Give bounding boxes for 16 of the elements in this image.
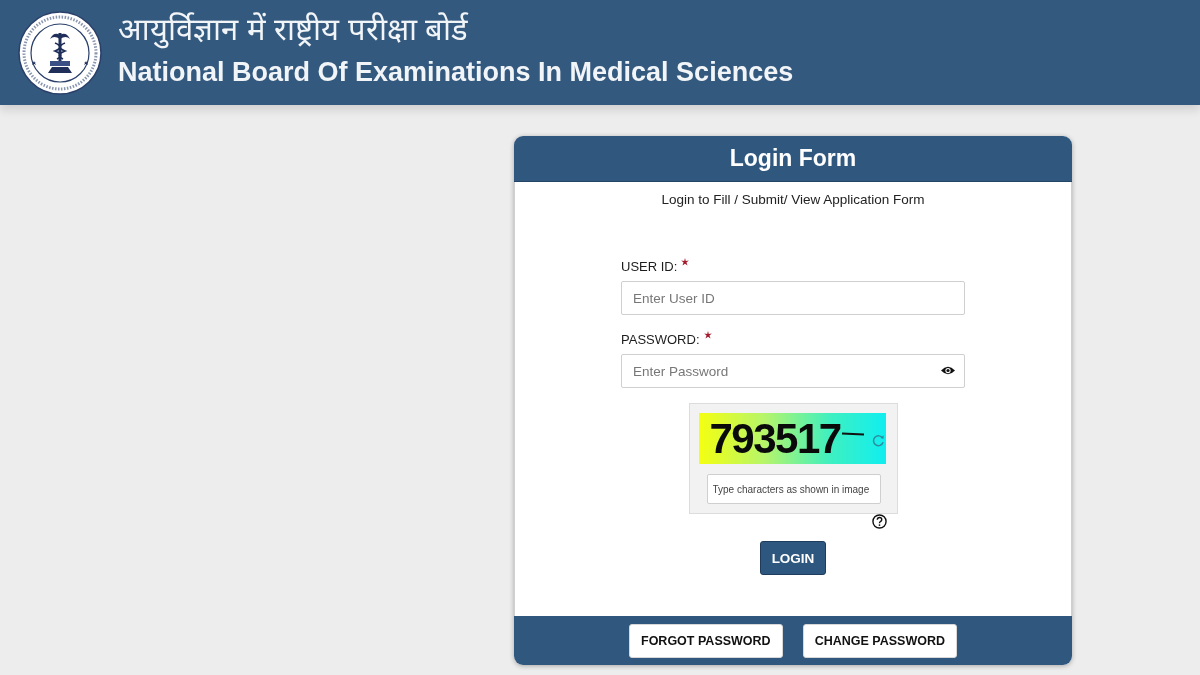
form-subtitle: Login to Fill / Submit/ View Application Form — [661, 191, 925, 209]
eye-icon[interactable] — [941, 366, 955, 375]
field-label: USER ID: — [621, 258, 678, 276]
user-id-field[interactable]: Enter User ID — [621, 281, 965, 315]
header-title-hindi: आयुर्विज्ञान में राष्ट्रीय परीक्षा बोर्ड — [118, 10, 469, 50]
help-icon[interactable] — [871, 514, 887, 529]
change-password-button[interactable]: CHANGE PASSWORD — [802, 623, 957, 658]
refresh-icon[interactable] — [871, 434, 885, 447]
login-button[interactable]: LOGIN — [760, 541, 826, 575]
password-field[interactable]: Enter Password — [621, 354, 965, 388]
forgot-password-button[interactable]: FORGOT PASSWORD — [629, 623, 783, 658]
captcha-input-field[interactable]: Type characters as shown in image — [706, 474, 881, 504]
form-title: Login Form — [729, 145, 857, 172]
captcha-code: 793517 — [709, 416, 841, 461]
field-label: PASSWORD: — [621, 331, 700, 349]
header-title: National Board Of Examinations In Medical Sciences — [118, 55, 794, 88]
